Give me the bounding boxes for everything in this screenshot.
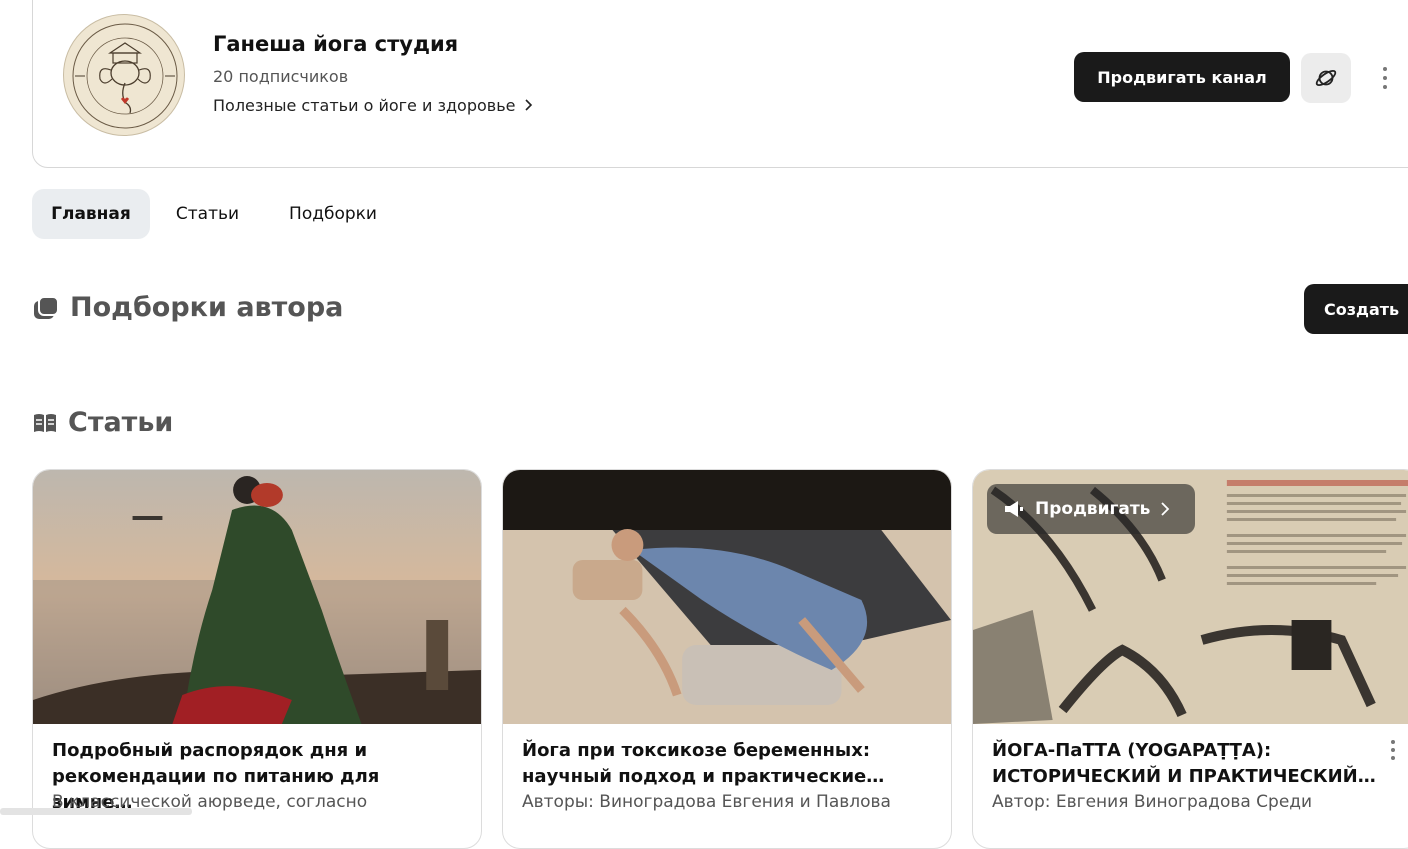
tab-collections[interactable]: Подборки [268, 189, 398, 239]
article-title[interactable]: Йога при токсикозе беременных: научный п… [522, 738, 922, 790]
horizontal-scrollbar[interactable] [0, 808, 192, 815]
planet-button[interactable] [1301, 53, 1351, 103]
article-image[interactable] [503, 470, 951, 724]
collections-icon [34, 295, 59, 319]
article-snippet: Автор: Евгения Виноградова Среди [992, 792, 1313, 812]
create-collection-button[interactable]: Создать [1304, 284, 1408, 334]
channel-description-text[interactable]: Полезные статьи о йоге и здоровье [213, 96, 515, 115]
article-title[interactable]: ЙОГА-ПаТТА (YOGAPAṬṬA): ИСТОРИЧЕСКИЙ И П… [992, 738, 1392, 790]
collections-heading: Подборки автора [32, 292, 343, 323]
ganesha-logo-icon [72, 23, 178, 129]
book-icon [34, 413, 56, 432]
article-card[interactable]: Продвигать ЙОГА-ПаТТА (YOGAPAṬṬA): ИСТОР… [972, 469, 1408, 849]
articles-title: Статьи [68, 407, 174, 438]
chevron-right-icon [1161, 502, 1170, 516]
collections-title: Подборки автора [70, 292, 344, 323]
vertical-dots-icon [1391, 740, 1395, 760]
tab-articles[interactable]: Статьи [160, 189, 255, 239]
article-more-button[interactable] [1383, 736, 1403, 764]
article-image[interactable] [33, 470, 481, 724]
planet-icon [1315, 69, 1337, 87]
channel-description[interactable]: Полезные статьи о йоге и здоровье [213, 96, 533, 115]
tab-main[interactable]: Главная [32, 189, 150, 239]
channel-name[interactable]: Ганеша йога студия [213, 32, 458, 56]
article-snippet: Авторы: Виноградова Евгения и Павлова [522, 792, 891, 812]
article-card[interactable]: Подробный распорядок дня и рекомендации … [32, 469, 482, 849]
more-options-button[interactable] [1370, 60, 1400, 96]
promote-article-button[interactable]: Продвигать [987, 484, 1195, 534]
promote-channel-button[interactable]: Продвигать канал [1074, 52, 1290, 102]
chevron-right-icon[interactable] [519, 96, 532, 115]
megaphone-icon [1005, 501, 1023, 517]
vertical-dots-icon [1383, 67, 1387, 89]
articles-heading: Статьи [32, 407, 173, 438]
channel-logo[interactable] [63, 14, 185, 136]
promote-article-label[interactable]: Продвигать [1035, 499, 1150, 519]
subscriber-count: 20 подписчиков [213, 67, 349, 86]
article-card[interactable]: Йога при токсикозе беременных: научный п… [502, 469, 952, 849]
